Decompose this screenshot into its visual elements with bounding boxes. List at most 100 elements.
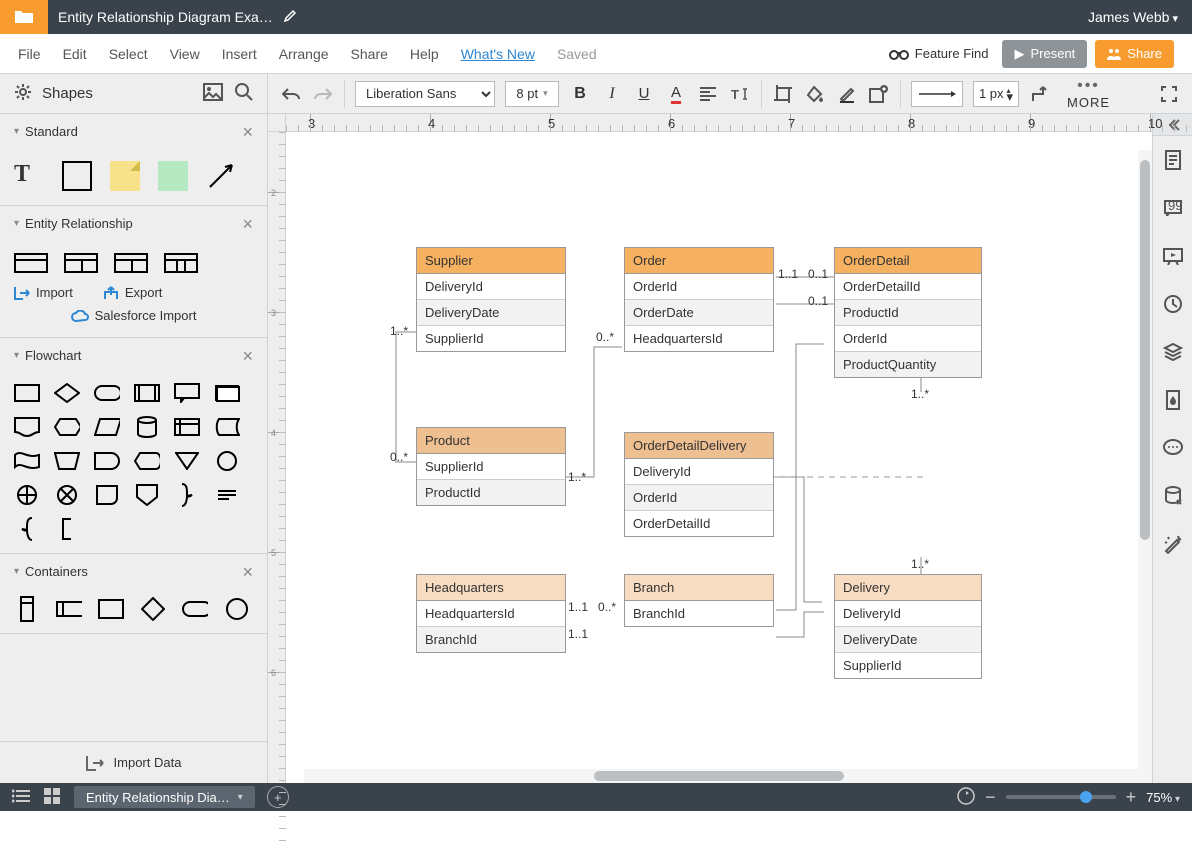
rail-drop-icon[interactable] xyxy=(1153,376,1192,424)
italic-icon[interactable]: I xyxy=(601,83,623,105)
fc-brace-r[interactable] xyxy=(174,485,200,505)
zoom-pct[interactable]: 75% xyxy=(1146,790,1180,805)
entity-orderdetail[interactable]: OrderDetail OrderDetailId ProductId Orde… xyxy=(834,247,982,378)
fc-sum[interactable] xyxy=(14,485,40,505)
shape-rect[interactable] xyxy=(62,161,92,191)
fc-merge[interactable] xyxy=(174,451,200,471)
close-icon[interactable]: × xyxy=(242,127,253,137)
shape-note[interactable] xyxy=(110,161,140,191)
scrollbar-vertical[interactable] xyxy=(1138,150,1152,783)
menu-view[interactable]: View xyxy=(170,46,200,62)
zoom-out-button[interactable]: − xyxy=(985,787,996,808)
fc-offpage[interactable] xyxy=(134,485,160,505)
feature-find[interactable]: Feature Find xyxy=(889,46,989,61)
bold-icon[interactable]: B xyxy=(569,83,591,105)
align-icon[interactable] xyxy=(697,83,719,105)
fc-rect[interactable] xyxy=(14,383,40,403)
present-button[interactable]: ▶Present xyxy=(1002,40,1087,68)
rail-history-icon[interactable] xyxy=(1153,280,1192,328)
fullscreen-icon[interactable] xyxy=(1158,83,1180,105)
page-tab[interactable]: Entity Relationship Dia… xyxy=(74,786,255,808)
user-menu[interactable]: James Webb xyxy=(1088,9,1192,25)
c-circle[interactable] xyxy=(224,599,250,619)
fc-manual[interactable] xyxy=(54,451,80,471)
redo-icon[interactable] xyxy=(312,83,334,105)
fc-predef[interactable] xyxy=(134,383,160,403)
zoom-in-button[interactable]: + xyxy=(1126,787,1137,808)
rename-icon[interactable] xyxy=(273,9,297,26)
erd-shape-2[interactable] xyxy=(64,253,98,273)
entity-product[interactable]: Product SupplierId ProductId xyxy=(416,427,566,506)
doc-title[interactable]: Entity Relationship Diagram Exa… xyxy=(58,9,273,25)
linecolor-icon[interactable] xyxy=(836,83,858,105)
gear-icon[interactable] xyxy=(14,83,32,104)
menu-insert[interactable]: Insert xyxy=(222,46,257,62)
font-select[interactable]: Liberation Sans xyxy=(355,81,495,107)
erd-shape-4[interactable] xyxy=(164,253,198,273)
c-rect[interactable] xyxy=(98,599,124,619)
fc-terminator[interactable] xyxy=(94,383,120,403)
export-link[interactable]: Export xyxy=(103,285,163,300)
close-icon[interactable]: × xyxy=(242,351,253,361)
import-link[interactable]: Import xyxy=(14,285,73,300)
close-icon[interactable]: × xyxy=(242,219,253,229)
fc-display[interactable] xyxy=(134,451,160,471)
fc-intstor[interactable] xyxy=(174,417,200,437)
rail-layers-icon[interactable] xyxy=(1153,328,1192,376)
fc-tape[interactable] xyxy=(14,451,40,471)
rail-comment-icon[interactable]: 99 xyxy=(1153,184,1192,232)
rail-db-icon[interactable] xyxy=(1153,472,1192,520)
fc-stored[interactable] xyxy=(214,417,240,437)
shape-block[interactable] xyxy=(158,161,188,191)
c-pill[interactable] xyxy=(182,599,208,619)
fc-para[interactable] xyxy=(94,417,120,437)
erd-shape-1[interactable] xyxy=(14,253,48,273)
fc-bracket[interactable] xyxy=(54,519,80,539)
menu-whatsnew[interactable]: What's New xyxy=(461,46,535,62)
shape-text[interactable]: T xyxy=(14,161,44,191)
c-vert[interactable] xyxy=(14,599,40,619)
entity-supplier[interactable]: Supplier DeliveryId DeliveryDate Supplie… xyxy=(416,247,566,352)
fc-callout[interactable] xyxy=(174,383,200,403)
entity-order[interactable]: Order OrderId OrderDate HeadquartersId xyxy=(624,247,774,352)
crop-icon[interactable] xyxy=(772,83,794,105)
entity-branch[interactable]: Branch BranchId xyxy=(624,574,774,627)
linewidth-select[interactable]: 1 px▴▾ xyxy=(973,81,1019,107)
image-icon[interactable] xyxy=(203,83,223,104)
fc-or[interactable] xyxy=(54,485,80,505)
connector-icon[interactable] xyxy=(1029,83,1051,105)
linestyle-select[interactable] xyxy=(911,81,963,107)
fc-card[interactable] xyxy=(214,383,240,403)
app-folder-icon[interactable] xyxy=(0,0,48,34)
rail-chat-icon[interactable] xyxy=(1153,424,1192,472)
fc-delay[interactable] xyxy=(94,451,120,471)
import-data-button[interactable]: Import Data xyxy=(0,741,267,783)
canvas[interactable]: Supplier DeliveryId DeliveryDate Supplie… xyxy=(286,132,1152,783)
menu-select[interactable]: Select xyxy=(109,46,148,62)
rail-page-icon[interactable] xyxy=(1153,136,1192,184)
entity-headquarters[interactable]: Headquarters HeadquartersId BranchId xyxy=(416,574,566,653)
rail-present-icon[interactable] xyxy=(1153,232,1192,280)
fc-seq[interactable] xyxy=(94,485,120,505)
search-icon[interactable] xyxy=(235,83,253,104)
menu-edit[interactable]: Edit xyxy=(63,46,87,62)
menu-file[interactable]: File xyxy=(18,46,41,62)
fc-diamond[interactable] xyxy=(54,383,80,403)
c-horiz[interactable] xyxy=(56,599,82,619)
shapestyle-icon[interactable] xyxy=(868,83,890,105)
list-view-icon[interactable] xyxy=(12,789,30,806)
autosync-icon[interactable] xyxy=(957,787,975,808)
fc-doc[interactable] xyxy=(14,417,40,437)
entity-delivery[interactable]: Delivery DeliveryId DeliveryDate Supplie… xyxy=(834,574,982,679)
fc-swatch[interactable] xyxy=(94,519,120,539)
fc-brace-l[interactable] xyxy=(14,519,40,539)
rail-magic-icon[interactable] xyxy=(1153,520,1192,568)
menu-arrange[interactable]: Arrange xyxy=(279,46,329,62)
zoom-slider[interactable] xyxy=(1006,795,1116,799)
fc-note[interactable] xyxy=(214,485,240,505)
more-button[interactable]: •••MORE xyxy=(1067,77,1110,110)
share-button[interactable]: Share xyxy=(1095,40,1174,68)
underline-icon[interactable]: U xyxy=(633,83,655,105)
grid-view-icon[interactable] xyxy=(44,788,60,807)
fc-hex[interactable] xyxy=(54,417,80,437)
